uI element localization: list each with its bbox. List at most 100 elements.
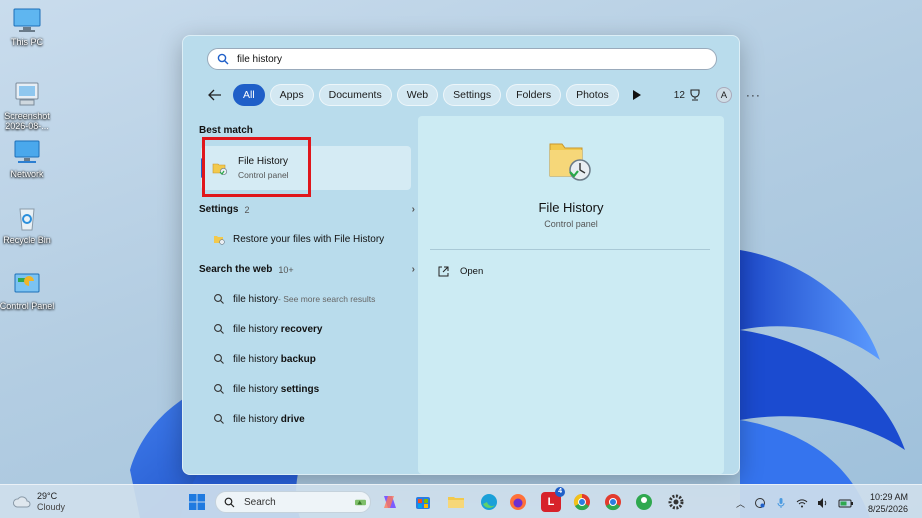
web-result-suffix: backup <box>280 353 316 365</box>
web-result-5[interactable]: file history drive <box>213 413 305 425</box>
clock-time: 10:29 AM <box>869 492 908 502</box>
detail-divider <box>430 249 710 250</box>
open-external-icon <box>438 266 449 277</box>
web-result-1[interactable]: file history - See more search results <box>213 293 375 305</box>
user-app-icon[interactable] <box>634 492 654 512</box>
settings-gear-icon[interactable] <box>666 492 686 512</box>
account-avatar[interactable]: A <box>715 87 732 103</box>
desktop-icon-label-line2: 2026-08-... <box>5 121 49 131</box>
web-result-2[interactable]: file history recovery <box>213 323 323 335</box>
web-heading: Search the web <box>199 264 273 275</box>
recycle-bin-icon <box>19 208 35 231</box>
desktop-icon-label: Recycle Bin <box>3 235 51 245</box>
desktop-icon-recycle-bin[interactable]: Recycle Bin <box>0 204 57 245</box>
web-count: 10+ <box>278 264 294 275</box>
open-label: Open <box>460 266 484 277</box>
web-section-header[interactable]: Search the web 10+ › <box>199 264 415 275</box>
web-result-suffix: settings <box>280 383 320 395</box>
taskbar-search-placeholder: Search <box>244 496 276 508</box>
web-result-4[interactable]: file history settings <box>213 383 319 395</box>
web-result-query: file history <box>233 293 279 305</box>
back-arrow-icon[interactable] <box>207 87 223 103</box>
search-box[interactable] <box>207 48 717 70</box>
detail-pane: File History Control panel Open <box>418 116 724 474</box>
file-history-small-icon <box>214 236 225 245</box>
filter-apps[interactable]: Apps <box>269 84 314 106</box>
filter-documents[interactable]: Documents <box>318 84 392 106</box>
search-icon <box>214 294 224 304</box>
battery-icon[interactable] <box>838 497 854 509</box>
best-match-heading-wrap: Best match <box>199 125 415 136</box>
desktop-icon-this-pc[interactable]: This PC <box>0 6 57 47</box>
monitor-icon <box>13 8 41 32</box>
filter-folders[interactable]: Folders <box>506 84 562 106</box>
search-icon <box>214 354 224 364</box>
rewards-trophy-icon[interactable] <box>689 89 701 101</box>
search-icon <box>224 497 235 507</box>
chrome-profile-icon[interactable] <box>603 492 623 512</box>
web-result-suffix: drive <box>280 413 305 425</box>
web-result-query: file history <box>233 323 281 335</box>
store-icon[interactable] <box>413 492 433 512</box>
screenshot-file-icon <box>15 82 39 106</box>
wifi-icon[interactable] <box>796 497 808 509</box>
search-highlight-icon <box>355 499 366 505</box>
start-search-panel: All Apps Documents Web Settings Folders … <box>182 35 760 475</box>
microphone-icon[interactable] <box>775 497 787 509</box>
web-result-3[interactable]: file history backup <box>213 353 316 365</box>
desktop-icon-label: Screenshot <box>4 111 50 121</box>
desktop-icon-screenshot[interactable]: Screenshot 2026-08-... <box>0 80 57 131</box>
more-options-icon[interactable]: ··· <box>746 88 761 102</box>
search-icon <box>214 384 224 394</box>
web-result-query: file history <box>233 413 281 425</box>
settings-section-header[interactable]: Settings 2 › <box>199 204 415 215</box>
network-icon <box>14 140 40 163</box>
web-result-query: file history <box>233 383 281 395</box>
weather-widget[interactable]: 29°C Cloudy <box>12 491 65 513</box>
chevron-right-icon: › <box>411 204 415 215</box>
clock-date: 8/25/2026 <box>867 504 908 514</box>
mail-app-icon[interactable]: L 4 <box>541 487 565 512</box>
mail-badge: 4 <box>555 487 565 497</box>
web-result-note: - See more search results <box>278 294 376 304</box>
desktop-icon-label: Control Panel <box>0 301 55 311</box>
cloud-icon <box>13 496 31 508</box>
copilot-icon[interactable] <box>380 492 400 512</box>
weather-temp: 29°C <box>37 491 58 501</box>
file-explorer-icon[interactable] <box>446 492 466 512</box>
filter-all[interactable]: All <box>233 84 265 106</box>
weather-desc: Cloudy <box>37 502 66 512</box>
search-icon <box>214 414 224 424</box>
search-icon <box>214 324 224 334</box>
taskbar: 29°C Cloudy Search L 4 ︿ 10:29 AM 8/25/2… <box>0 484 922 518</box>
web-result-suffix: recovery <box>280 323 323 335</box>
rewards-count: 12 <box>673 89 685 101</box>
best-match-heading: Best match <box>199 125 253 136</box>
volume-icon[interactable] <box>817 497 829 509</box>
windows-start-icon[interactable] <box>187 492 207 512</box>
more-filters-play-icon[interactable] <box>632 88 646 102</box>
settings-heading: Settings <box>199 204 239 215</box>
desktop-icon-control-panel[interactable]: Control Panel <box>0 270 57 311</box>
chevron-right-icon: › <box>411 264 415 275</box>
desktop-icon-label: This PC <box>10 37 43 47</box>
search-input[interactable] <box>237 53 697 65</box>
filter-web[interactable]: Web <box>396 84 439 106</box>
filter-settings[interactable]: Settings <box>443 84 502 106</box>
chrome-icon[interactable] <box>572 492 592 512</box>
security-icon[interactable] <box>754 497 766 509</box>
clock[interactable]: 10:29 AM 8/25/2026 <box>868 491 908 515</box>
settings-count: 2 <box>244 204 250 215</box>
taskbar-search[interactable]: Search <box>215 491 371 513</box>
filter-bar: All Apps Documents Web Settings Folders … <box>207 84 761 106</box>
open-action[interactable]: Open <box>438 266 483 277</box>
settings-result-label: Restore your files with File History <box>233 233 385 245</box>
filter-photos[interactable]: Photos <box>566 84 619 106</box>
search-icon <box>217 53 229 65</box>
firefox-icon[interactable] <box>508 492 528 512</box>
edge-icon[interactable] <box>479 492 499 512</box>
chevron-up-icon[interactable]: ︿ <box>736 497 745 510</box>
desktop-icon-network[interactable]: Network <box>0 138 57 179</box>
system-tray: ︿ 10:29 AM 8/25/2026 <box>736 491 908 515</box>
settings-result-restore[interactable]: Restore your files with File History <box>213 233 384 245</box>
